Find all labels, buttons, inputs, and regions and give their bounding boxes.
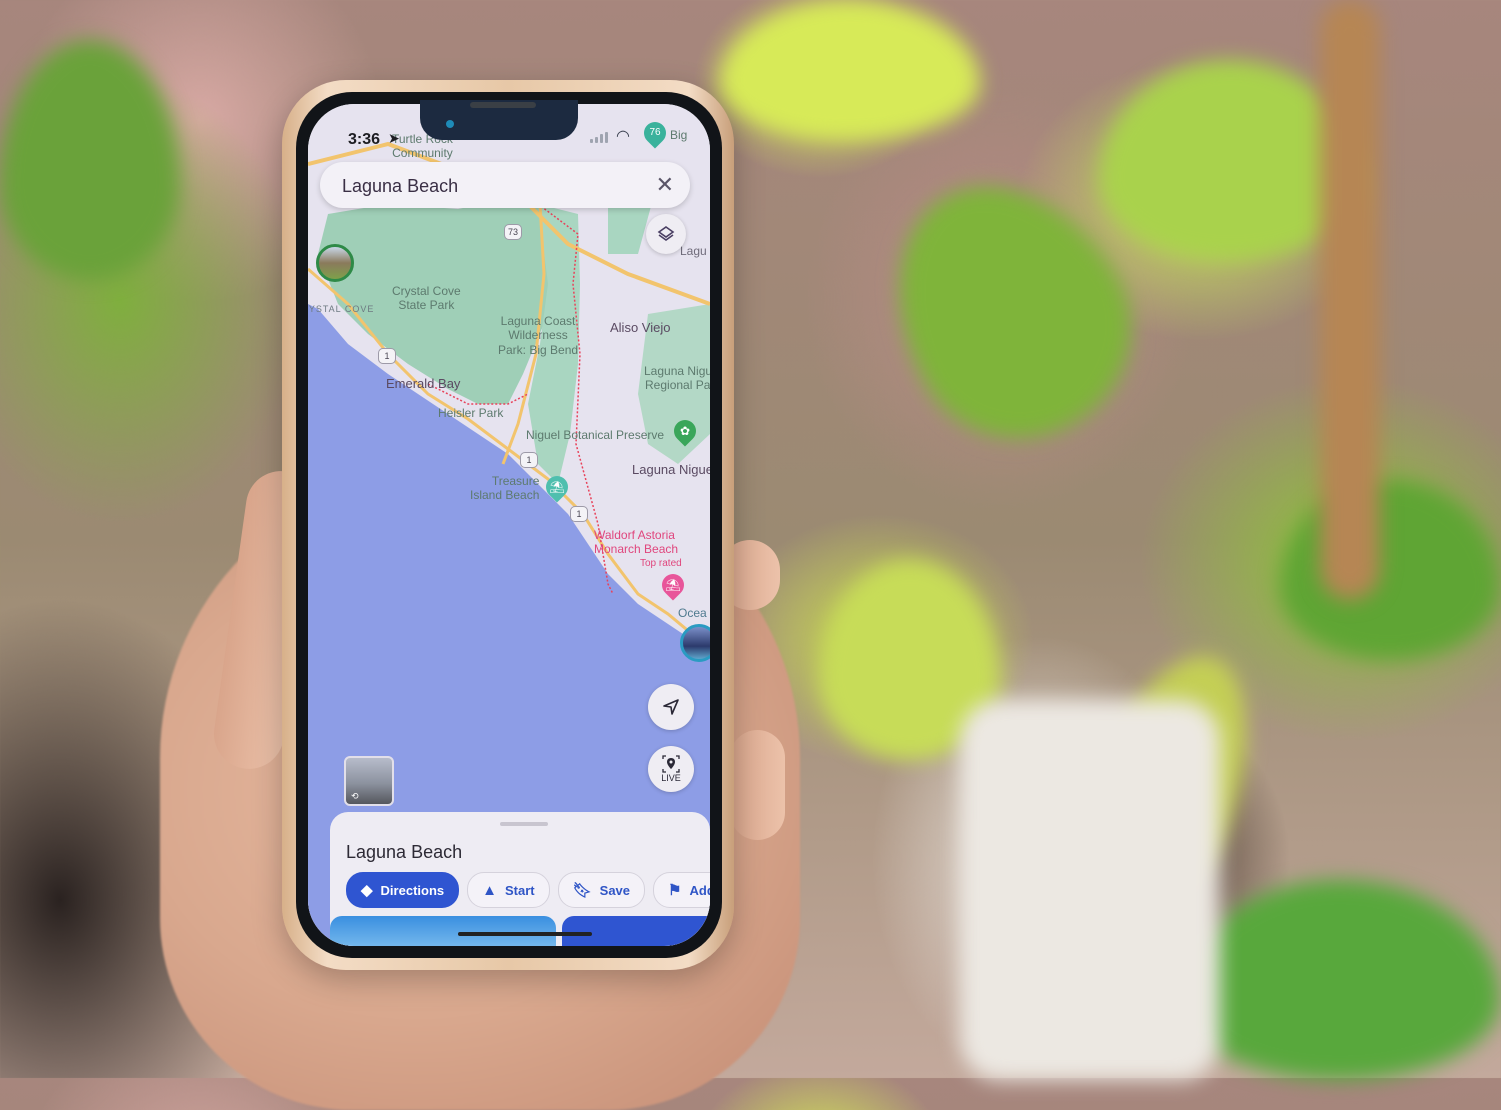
- earpiece: [470, 102, 536, 108]
- live-view-button[interactable]: LIVE: [648, 746, 694, 792]
- map-label-laguna-niguel: Laguna Niguel: [632, 462, 710, 477]
- plant-pot: [960, 700, 1220, 1080]
- route-shield-1: 1: [570, 506, 588, 522]
- map-label-ocean: Ocea: [678, 606, 707, 620]
- signal-strength-icon: [590, 132, 608, 143]
- street-view-thumbnail[interactable]: ⟲: [344, 756, 394, 806]
- live-label: LIVE: [661, 773, 681, 783]
- hotel-pin-icon[interactable]: ⛱: [657, 569, 689, 601]
- bookmark-icon: 🔖︎: [572, 882, 592, 899]
- search-bar[interactable]: Laguna Beach ✕: [320, 162, 690, 208]
- action-row: ◆ Directions ▲ Start 🔖︎ Save ⚑ Add: [346, 872, 710, 908]
- add-label-button[interactable]: ⚑ Add: [653, 872, 710, 908]
- route-shield-1: 1: [378, 348, 396, 364]
- sheet-drag-handle[interactable]: [500, 822, 548, 826]
- live-pin-icon: [662, 755, 680, 773]
- start-button[interactable]: ▲ Start: [467, 872, 550, 908]
- map-label-top-rated: Top rated: [640, 558, 682, 569]
- map-label-heisler-park: Heisler Park: [438, 406, 504, 420]
- photo-pin-ocean[interactable]: [680, 624, 710, 662]
- navigation-arrow-icon: [663, 699, 679, 715]
- map-label-crystal-cove-park: Crystal Cove State Park: [392, 284, 461, 313]
- navigation-icon: ▲: [482, 881, 497, 899]
- photo-preview-card[interactable]: [330, 916, 556, 946]
- map-label-crystal-cove: CRYSTAL COVE: [308, 304, 375, 314]
- home-indicator[interactable]: [458, 932, 592, 936]
- add-label: Add: [689, 882, 710, 898]
- map-label-emerald-bay: Emerald Bay: [386, 376, 461, 391]
- map-label-laguna-coast: Laguna Coast Wilderness Park: Big Bend: [498, 314, 579, 357]
- wifi-icon: ◠: [616, 128, 630, 145]
- save-button[interactable]: 🔖︎ Save: [557, 872, 646, 908]
- directions-button[interactable]: ◆ Directions: [346, 872, 460, 908]
- map-label-niguel-botanical: Niguel Botanical Preserve: [526, 428, 665, 442]
- directions-icon: ◆: [361, 882, 373, 899]
- route-shield-1: 1: [520, 452, 538, 468]
- background-leaf: [720, 0, 980, 140]
- my-location-button[interactable]: [648, 684, 694, 730]
- map-label-treasure-island: Treasure Island Beach: [470, 474, 540, 503]
- photo-pin-crystal-cove[interactable]: [316, 244, 354, 282]
- background-leaf: [1180, 880, 1500, 1080]
- save-label: Save: [599, 882, 631, 898]
- phone-screen: Turtle Rock Community CRYSTAL COVE Cryst…: [308, 104, 710, 946]
- photo-preview-cards: [330, 916, 710, 946]
- close-icon[interactable]: ✕: [656, 172, 674, 198]
- location-services-icon: ➤: [388, 130, 400, 146]
- front-camera: [446, 120, 454, 128]
- photo-preview-card[interactable]: [562, 916, 710, 946]
- beach-pin-icon[interactable]: ⛱: [541, 471, 573, 503]
- phone-notch: [420, 100, 578, 140]
- map-label-laguna-partial: Lagu: [680, 244, 707, 258]
- botanical-pin-icon[interactable]: ✿: [669, 415, 701, 447]
- background-leaf: [0, 40, 180, 280]
- directions-label: Directions: [380, 882, 445, 898]
- status-time: 3:36: [348, 131, 381, 148]
- rotate-360-icon: ⟲: [351, 791, 359, 801]
- place-title: Laguna Beach: [346, 842, 463, 862]
- background-leaf: [1320, 0, 1380, 600]
- finger: [730, 730, 785, 840]
- route-shield-73: 73: [504, 224, 522, 240]
- layers-icon: [657, 226, 675, 241]
- background-leaf: [1280, 480, 1500, 660]
- map-label-aliso-viejo: Aliso Viejo: [610, 320, 671, 335]
- flag-icon: ⚑: [668, 882, 682, 899]
- search-input[interactable]: Laguna Beach: [342, 176, 458, 197]
- map-label-laguna-niguel-regional: Laguna Niguel Regional Park: [644, 364, 710, 393]
- map-label-waldorf-astoria: Waldorf Astoria Monarch Beach: [594, 528, 679, 557]
- start-label: Start: [504, 882, 535, 898]
- layers-button[interactable]: [646, 214, 686, 254]
